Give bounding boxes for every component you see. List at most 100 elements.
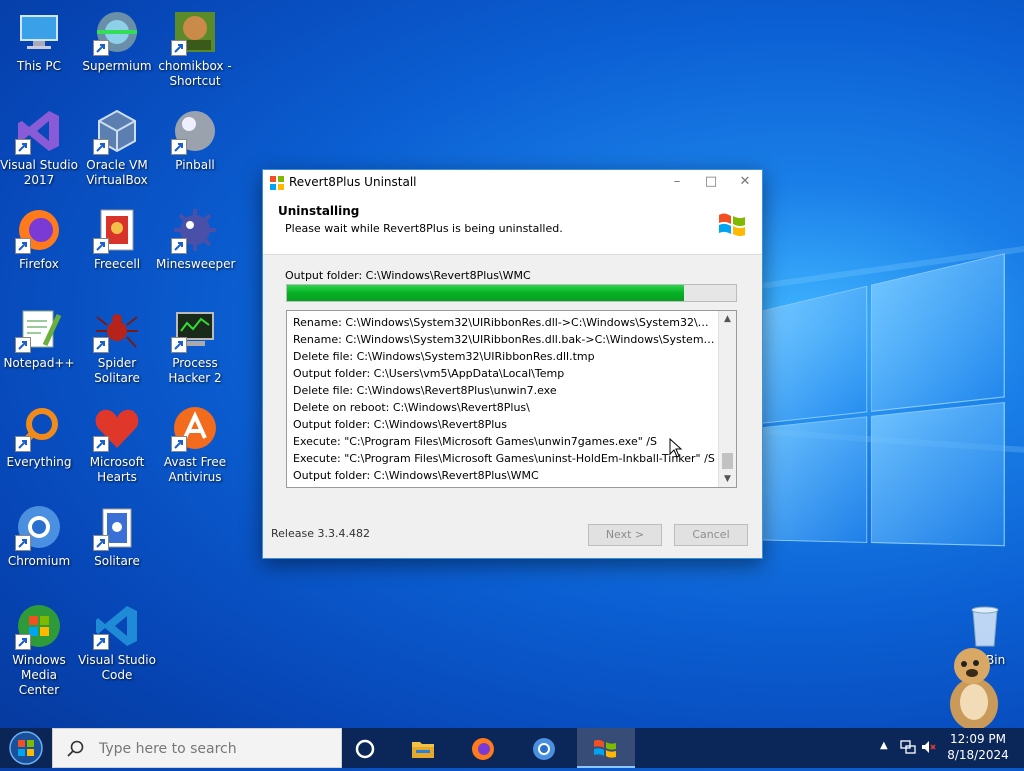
shortcut-arrow-icon: [93, 238, 109, 254]
icon-label: Process Hacker 2: [168, 356, 222, 385]
icon-label: chomikbox - Shortcut: [158, 59, 232, 88]
log-line: Delete on reboot: C:\Windows\Revert8Plus…: [293, 401, 530, 414]
progress-bar: [286, 284, 737, 302]
firefox-icon: [15, 206, 63, 254]
shortcut-arrow-icon: [15, 436, 31, 452]
desktop-icon-windows-media-center[interactable]: Windows Media Center: [0, 602, 78, 698]
icon-label: Oracle VM VirtualBox: [86, 158, 148, 187]
icon-label: Microsoft Hearts: [89, 455, 145, 484]
cheems-dog-overlay: [944, 642, 1002, 730]
shortcut-arrow-icon: [93, 436, 109, 452]
desktop-icon-supermium[interactable]: Supermium: [78, 8, 156, 74]
taskbar-chromium[interactable]: [516, 728, 574, 768]
maximize-button[interactable]: □: [694, 170, 728, 196]
desktop-icon-chomikbox[interactable]: chomikbox - Shortcut: [156, 8, 234, 89]
desktop-icon-everything[interactable]: Everything: [0, 404, 78, 470]
log-line: Execute: "C:\Program Files\Microsoft Gam…: [293, 452, 715, 465]
icon-label: Minesweeper: [156, 257, 236, 271]
desktop-icon-spider-solitare[interactable]: Spider Solitare: [78, 305, 156, 386]
minesweeper-icon: [171, 206, 219, 254]
scroll-thumb[interactable]: [722, 453, 733, 469]
scroll-up-icon[interactable]: ▲: [719, 311, 736, 327]
desktop-icon-minesweeper[interactable]: Minesweeper: [156, 206, 236, 272]
shortcut-arrow-icon: [15, 139, 31, 155]
dialog-footer: Release 3.3.4.482 Next > Cancel: [263, 510, 762, 558]
mouse-cursor-icon: [669, 437, 683, 458]
icon-label: Spider Solitare: [94, 356, 140, 385]
log-line: Rename: C:\Windows\System32\UIRibbonRes.…: [293, 316, 716, 329]
desktop-icon-vscode[interactable]: Visual Studio Code: [78, 602, 156, 683]
shortcut-arrow-icon: [93, 634, 109, 650]
network-icon[interactable]: [900, 739, 916, 758]
spider-icon: [93, 305, 141, 353]
volume-muted-icon[interactable]: [920, 739, 936, 758]
log-line: Output folder: C:\Windows\Revert8Plus\WM…: [293, 469, 539, 482]
process-hacker-icon: [171, 305, 219, 353]
uninstall-dialog: Revert8Plus Uninstall – □ ✕ Uninstalling…: [262, 169, 763, 559]
shortcut-arrow-icon: [171, 436, 187, 452]
desktop-icon-virtualbox[interactable]: Oracle VM VirtualBox: [78, 107, 156, 188]
shortcut-arrow-icon: [15, 238, 31, 254]
virtualbox-icon: [93, 107, 141, 155]
desktop-icon-visual-studio-2017[interactable]: Visual Studio 2017: [0, 107, 78, 188]
desktop-icon-this-pc[interactable]: This PC: [0, 8, 78, 74]
taskbar-clock[interactable]: 12:09 PM 8/18/2024: [940, 731, 1016, 763]
desktop-icon-freecell[interactable]: Freecell: [78, 206, 156, 272]
log-scrollbar[interactable]: ▲ ▼: [718, 311, 736, 487]
taskbar: Type here to search ▲ 12:09 PM 8/18/2024: [0, 728, 1024, 768]
title-bar[interactable]: Revert8Plus Uninstall – □ ✕: [263, 170, 762, 196]
desktop-icon-process-hacker[interactable]: Process Hacker 2: [156, 305, 234, 386]
icon-label: Solitare: [94, 554, 140, 568]
installer-icon: [269, 175, 285, 191]
desktop-icon-avast[interactable]: Avast Free Antivirus: [156, 404, 234, 485]
desktop-icon-solitare[interactable]: Solitare: [78, 503, 156, 569]
search-icon: [67, 740, 85, 758]
desktop-icon-firefox[interactable]: Firefox: [0, 206, 78, 272]
icon-label: Freecell: [93, 257, 141, 271]
windows-logo-wallpaper: [762, 253, 1008, 549]
everything-search-icon: [15, 404, 63, 452]
pinball-icon: [171, 107, 219, 155]
minimize-button[interactable]: –: [660, 170, 694, 196]
taskbar-file-explorer[interactable]: [395, 728, 453, 768]
start-button[interactable]: [0, 728, 52, 768]
taskbar-firefox[interactable]: [455, 728, 513, 768]
shortcut-arrow-icon: [93, 337, 109, 353]
scroll-down-icon[interactable]: ▼: [719, 471, 736, 487]
header-title: Uninstalling: [278, 204, 360, 218]
cortana-circle-icon: [355, 739, 375, 759]
log-lines: Rename: C:\Windows\System32\UIRibbonRes.…: [293, 314, 716, 484]
task-view-button[interactable]: [337, 728, 395, 768]
shortcut-arrow-icon: [93, 535, 109, 551]
icon-label: Supermium: [82, 59, 152, 73]
close-button[interactable]: ✕: [728, 170, 762, 196]
show-hidden-icons-chevron-icon[interactable]: ▲: [880, 740, 888, 751]
notepad-plus-plus-icon: [15, 305, 63, 353]
next-button[interactable]: Next >: [588, 524, 662, 546]
desktop-icon-pinball[interactable]: Pinball: [156, 107, 234, 173]
desktop-icon-chromium[interactable]: Chromium: [0, 503, 78, 569]
taskbar-search-box[interactable]: Type here to search: [52, 728, 342, 768]
icon-label: Chromium: [7, 554, 71, 568]
chromium-icon: [533, 738, 555, 760]
log-line: Execute: "C:\Program Files\Microsoft Gam…: [293, 435, 657, 448]
folder-icon: [412, 742, 434, 758]
details-log[interactable]: Rename: C:\Windows\System32\UIRibbonRes.…: [286, 310, 737, 488]
taskbar-revert8plus[interactable]: [577, 728, 635, 768]
heart-icon: [93, 404, 141, 452]
chomikbox-icon: [171, 8, 219, 56]
desktop-icon-notepad-plus-plus[interactable]: Notepad++: [0, 305, 78, 371]
shortcut-arrow-icon: [15, 634, 31, 650]
windows-flag-icon: [594, 739, 616, 758]
solitaire-cards-icon: [93, 503, 141, 551]
window-title: Revert8Plus Uninstall: [289, 175, 417, 189]
cancel-button[interactable]: Cancel: [674, 524, 748, 546]
shortcut-arrow-icon: [15, 535, 31, 551]
log-line: Output folder: C:\Windows\Revert8Plus: [293, 418, 507, 431]
icon-label: Avast Free Antivirus: [163, 455, 227, 484]
avast-icon: [171, 404, 219, 452]
icon-label: Firefox: [19, 257, 59, 271]
computer-icon: [15, 8, 63, 56]
shortcut-arrow-icon: [93, 40, 109, 56]
desktop-icon-hearts[interactable]: Microsoft Hearts: [78, 404, 156, 485]
